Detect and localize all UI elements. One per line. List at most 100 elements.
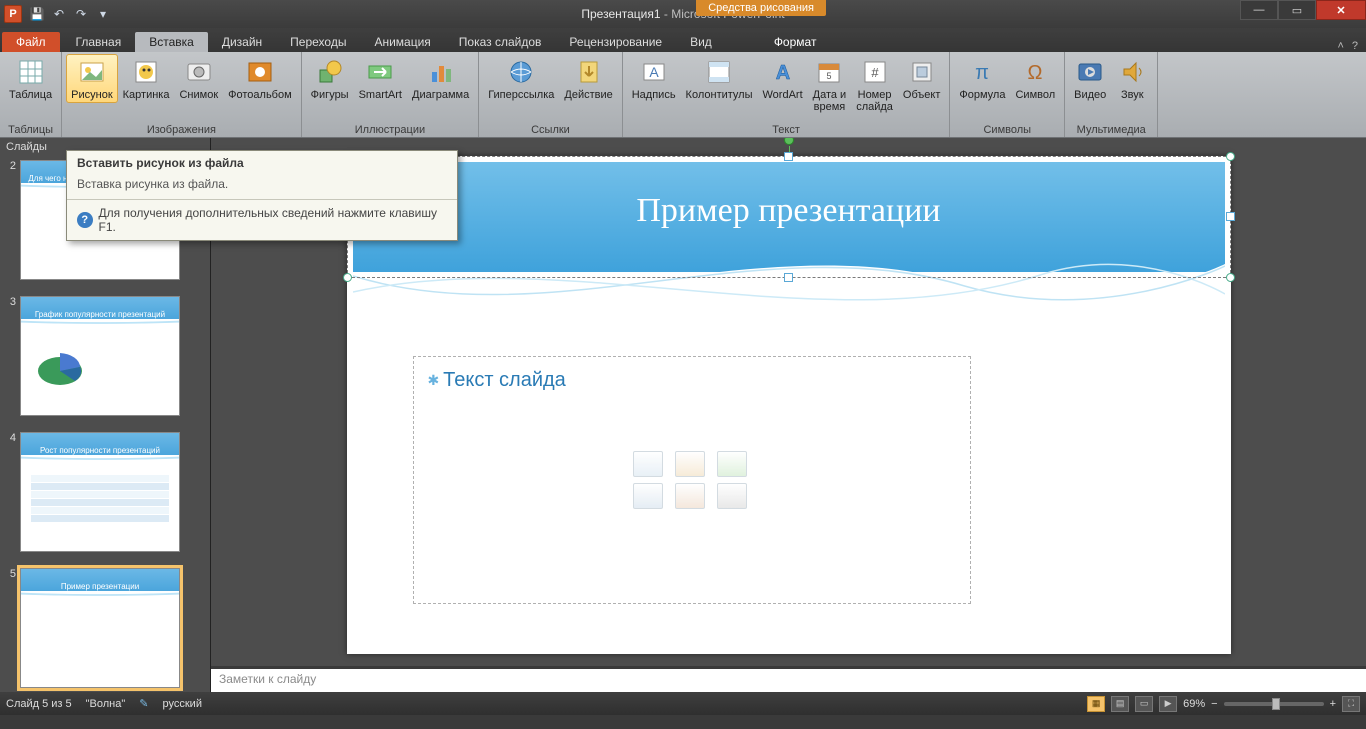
ribbon: Таблица Таблицы Рисунок Картинка Снимок Фотоа…: [0, 52, 1366, 138]
group-label: Таблицы: [0, 123, 61, 137]
status-language[interactable]: русский: [163, 698, 202, 710]
button-label: Фотоальбом: [228, 89, 292, 101]
resize-handle-se[interactable]: [1226, 273, 1235, 282]
resize-handle-e[interactable]: [1226, 212, 1235, 221]
tab-transitions[interactable]: Переходы: [276, 32, 360, 52]
minimize-button[interactable]: —: [1240, 0, 1278, 20]
clipart-button[interactable]: Картинка: [118, 54, 175, 103]
tab-design[interactable]: Дизайн: [208, 32, 276, 52]
video-button[interactable]: Видео: [1069, 54, 1111, 103]
thumbnail-number: 3: [6, 296, 20, 416]
tab-home[interactable]: Главная: [62, 32, 136, 52]
view-reading-button[interactable]: ▭: [1135, 696, 1153, 712]
language-icon[interactable]: ✎: [139, 697, 148, 710]
tab-review[interactable]: Рецензирование: [555, 32, 676, 52]
object-button[interactable]: Объект: [898, 54, 945, 103]
table-button[interactable]: Таблица: [4, 54, 57, 103]
button-label: WordArt: [763, 89, 803, 101]
view-normal-button[interactable]: ▦: [1087, 696, 1105, 712]
maximize-button[interactable]: ▭: [1278, 0, 1316, 20]
slide-thumbnail[interactable]: 4Рост популярности презентаций: [6, 432, 204, 552]
wave-decoration: [21, 591, 179, 615]
view-slideshow-button[interactable]: ▶: [1159, 696, 1177, 712]
picture-button[interactable]: Рисунок: [66, 54, 118, 103]
insert-chart-icon[interactable]: [675, 451, 705, 477]
wordart-button[interactable]: AWordArt: [758, 54, 808, 103]
redo-icon[interactable]: ↷: [72, 5, 90, 23]
notes-pane[interactable]: Заметки к слайду: [211, 666, 1366, 692]
button-label: Снимок: [179, 89, 218, 101]
title-selection[interactable]: [347, 156, 1231, 278]
help-icon: ?: [77, 212, 93, 228]
insert-clipart-icon[interactable]: [675, 483, 705, 509]
insert-media-icon[interactable]: [717, 483, 747, 509]
resize-handle-n[interactable]: [784, 152, 793, 161]
content-text[interactable]: Текст слайда: [428, 369, 566, 392]
thumbnail-preview: Рост популярности презентаций: [20, 432, 180, 552]
tab-file[interactable]: Файл: [2, 32, 60, 52]
group-label: Текст: [623, 123, 950, 137]
ribbon-group: Фигуры SmartArt Диаграмма Иллюстрации: [302, 52, 480, 137]
tab-animation[interactable]: Анимация: [360, 32, 444, 52]
resize-handle-s[interactable]: [784, 273, 793, 282]
fit-to-window-button[interactable]: ⛶: [1342, 696, 1360, 712]
zoom-level[interactable]: 69%: [1183, 698, 1205, 710]
slidenum-button[interactable]: # Номер слайда: [851, 54, 898, 115]
button-label: Картинка: [123, 89, 170, 101]
button-label: Звук: [1121, 89, 1144, 101]
button-label: Фигуры: [311, 89, 349, 101]
shapes-icon: [314, 56, 346, 88]
equation-button[interactable]: πФормула: [954, 54, 1010, 103]
screenshot-button[interactable]: Снимок: [174, 54, 223, 103]
view-sorter-button[interactable]: ▤: [1111, 696, 1129, 712]
tab-slideshow[interactable]: Показ слайдов: [445, 32, 556, 52]
qat-more-icon[interactable]: ▾: [94, 5, 112, 23]
rotate-handle[interactable]: [784, 138, 794, 145]
button-label: SmartArt: [359, 89, 402, 101]
slide[interactable]: Пример презентации Текст слайда: [347, 156, 1231, 654]
headerfooter-button[interactable]: Колонтитулы: [681, 54, 758, 103]
slide-thumbnail[interactable]: 3График популярности презентаций: [6, 296, 204, 416]
resize-handle-ne[interactable]: [1226, 152, 1235, 161]
symbol-button[interactable]: ΩСимвол: [1010, 54, 1060, 103]
pic-icon: [76, 56, 108, 88]
resize-handle-sw[interactable]: [343, 273, 352, 282]
datetime-button[interactable]: 5Дата и время: [808, 54, 852, 115]
button-label: Гиперссылка: [488, 89, 554, 101]
ribbon-minimize-icon[interactable]: ˄: [1337, 40, 1343, 52]
action-button[interactable]: Действие: [559, 54, 617, 103]
svg-text:Ω: Ω: [1028, 62, 1043, 84]
close-button[interactable]: ✕: [1316, 0, 1366, 20]
tab-view[interactable]: Вид: [676, 32, 726, 52]
insert-smartart-icon[interactable]: [717, 451, 747, 477]
textbox-button[interactable]: AНадпись: [627, 54, 681, 103]
smartart-button[interactable]: SmartArt: [354, 54, 407, 103]
zoom-handle[interactable]: [1272, 698, 1280, 710]
svg-text:#: #: [871, 65, 879, 80]
slide-thumbnail[interactable]: 5Пример презентации: [6, 568, 204, 688]
album-button[interactable]: Фотоальбом: [223, 54, 297, 103]
insert-table-icon[interactable]: [633, 451, 663, 477]
status-theme: "Волна": [86, 698, 126, 710]
group-label: Иллюстрации: [302, 123, 479, 137]
zoom-in-button[interactable]: +: [1330, 698, 1336, 710]
button-label: Надпись: [632, 89, 676, 101]
undo-icon[interactable]: ↶: [50, 5, 68, 23]
hyperlink-button[interactable]: Гиперссылка: [483, 54, 559, 103]
chart-button[interactable]: Диаграмма: [407, 54, 474, 103]
save-icon[interactable]: 💾: [28, 5, 46, 23]
obj-icon: [906, 56, 938, 88]
tab-insert[interactable]: Вставка: [135, 32, 208, 52]
button-label: Рисунок: [71, 89, 113, 101]
insert-picture-icon[interactable]: [633, 483, 663, 509]
content-placeholder[interactable]: Текст слайда: [413, 356, 971, 604]
shapes-button[interactable]: Фигуры: [306, 54, 354, 103]
zoom-out-button[interactable]: −: [1211, 698, 1217, 710]
zoom-slider[interactable]: [1224, 702, 1324, 706]
pie-chart-icon: [35, 341, 95, 391]
tab-format[interactable]: Формат: [760, 32, 831, 52]
audio-button[interactable]: Звук: [1111, 54, 1153, 103]
tooltip-body: Вставка рисунка из файла.: [67, 175, 457, 199]
button-label: Номер слайда: [856, 89, 893, 113]
help-icon[interactable]: ?: [1352, 40, 1358, 52]
